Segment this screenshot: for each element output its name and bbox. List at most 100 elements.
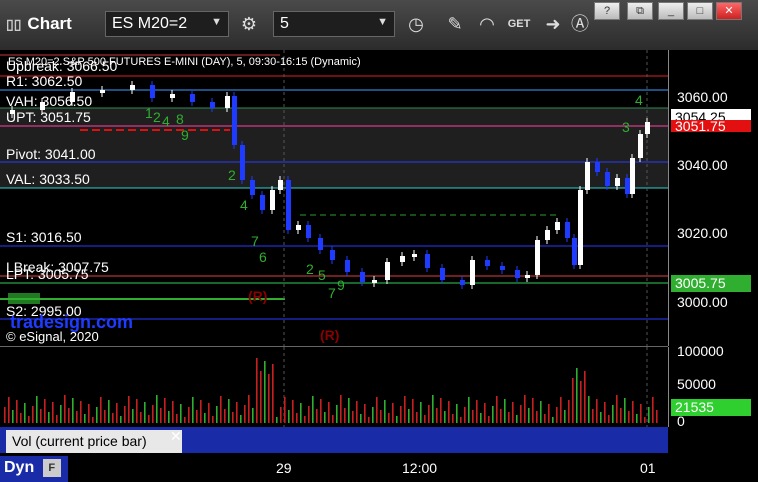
price-tick: 3020.00 <box>677 225 728 241</box>
volume-bar <box>352 411 354 423</box>
volume-bar <box>464 407 466 423</box>
price-axis[interactable]: 3060.00 3040.00 3020.00 3000.00 3054.25 … <box>668 50 758 346</box>
volume-bar <box>224 409 226 423</box>
candle-body <box>372 280 377 283</box>
volume-bar <box>24 403 26 423</box>
candle-body <box>525 275 530 278</box>
volume-bar <box>328 402 330 423</box>
cursor-mode-icon[interactable]: F <box>42 458 61 477</box>
candle-body <box>400 256 405 262</box>
study-curve-icon[interactable]: ◠ <box>474 11 500 37</box>
volume-bar <box>244 405 246 423</box>
volume-bar <box>492 406 494 423</box>
close-study-icon[interactable]: ✕ <box>170 428 182 445</box>
help-icon[interactable]: ? <box>594 2 620 20</box>
price-chart[interactable]: 1 2 4 8 9 2 4 7 6 2 5 7 9 4 3 ES M20=2 S… <box>0 50 668 347</box>
candle-body <box>250 180 255 195</box>
volume-pane[interactable] <box>0 347 668 427</box>
chart-icon: ▯▯ <box>6 16 22 32</box>
maximize-icon[interactable]: □ <box>687 2 713 20</box>
volume-bar <box>284 397 286 423</box>
candle-body <box>565 222 570 238</box>
volume-bar <box>280 407 282 423</box>
copyright-text: © eSignal, 2020 <box>6 329 99 344</box>
count-label: 2 <box>228 167 236 183</box>
volume-bar <box>8 397 10 423</box>
candle-body <box>330 250 335 260</box>
candle-body <box>630 158 635 194</box>
volume-bar <box>216 406 218 423</box>
volume-bar <box>608 415 610 423</box>
volume-bar <box>136 399 138 423</box>
candle-body <box>278 180 283 190</box>
volume-axis: 100000 50000 0 21535 <box>668 343 758 429</box>
volume-bar <box>616 395 618 423</box>
volume-bar <box>604 402 606 423</box>
r1-label: R1: 3062.50 <box>6 73 83 89</box>
volume-bar <box>64 395 66 423</box>
candle-body <box>345 260 350 272</box>
price-tick: 3000.00 <box>677 294 728 310</box>
close-icon[interactable]: ✕ <box>716 2 742 20</box>
clock-icon[interactable]: ◷ <box>403 11 429 37</box>
chevron-down-icon[interactable]: ▼ <box>377 16 388 28</box>
candle-body <box>425 254 430 268</box>
volume-bar <box>128 396 130 423</box>
volume-bars <box>4 347 658 427</box>
volume-bar <box>532 398 534 423</box>
volume-bar <box>344 408 346 423</box>
volume-bar <box>644 417 646 423</box>
volume-bar <box>304 416 306 423</box>
candle-body <box>585 162 590 190</box>
count-label: 2 <box>306 261 314 277</box>
candle-body <box>615 178 620 186</box>
volume-bar <box>412 399 414 423</box>
volume-bar <box>16 400 18 423</box>
volume-bar <box>460 417 462 423</box>
volume-bar <box>432 395 434 423</box>
volume-bar <box>568 400 570 423</box>
candle-body <box>170 94 175 98</box>
volume-bar <box>188 407 190 423</box>
volume-bar <box>452 414 454 423</box>
settings-gear-icon[interactable]: ⚙ <box>236 11 262 37</box>
volume-bar <box>512 402 514 423</box>
interval-input[interactable]: 5 ▼ <box>273 11 395 37</box>
chevron-down-icon[interactable]: ▼ <box>211 16 222 28</box>
symbol-input[interactable]: ES M20=2 ▼ <box>105 11 229 37</box>
volume-bar <box>628 411 630 423</box>
volume-bar <box>60 405 62 423</box>
volume-bar <box>564 410 566 423</box>
pencil-draw-icon[interactable]: ✎ <box>442 11 468 37</box>
volume-bar <box>428 405 430 423</box>
time-tick: 12:00 <box>402 460 438 476</box>
volume-bar <box>624 398 626 423</box>
volume-bar <box>656 410 658 423</box>
volume-bar <box>572 378 574 423</box>
volume-bar <box>240 415 242 423</box>
volume-bar <box>384 400 386 423</box>
volume-bar <box>596 399 598 423</box>
volume-bar <box>560 397 562 423</box>
candle-body <box>595 162 600 172</box>
candle-body <box>578 190 583 265</box>
volume-bar <box>376 397 378 423</box>
volume-bar <box>256 358 258 423</box>
volume-bar <box>612 405 614 423</box>
count-label: 8 <box>176 111 184 127</box>
volume-bar <box>92 417 94 423</box>
get-data-icon[interactable]: GET <box>506 11 532 37</box>
arrow-right-icon[interactable]: ➜ <box>540 11 566 37</box>
volume-study-label[interactable]: Vol (current price bar) <box>6 430 182 453</box>
minimize-icon[interactable]: _ <box>658 2 684 20</box>
volume-bar <box>524 395 526 423</box>
link-window-icon[interactable]: ⧉ <box>627 2 653 20</box>
alert-icon[interactable]: Ⓐ <box>567 11 593 37</box>
volume-bar <box>520 405 522 423</box>
candle-body <box>270 190 275 210</box>
dynamic-mode-button[interactable]: Dyn F <box>0 456 68 482</box>
upbreak-label: Upbreak: 3066.50 <box>6 58 118 74</box>
volume-bar <box>296 413 298 423</box>
candle-body <box>385 262 390 280</box>
s1-label: S1: 3016.50 <box>6 229 82 245</box>
